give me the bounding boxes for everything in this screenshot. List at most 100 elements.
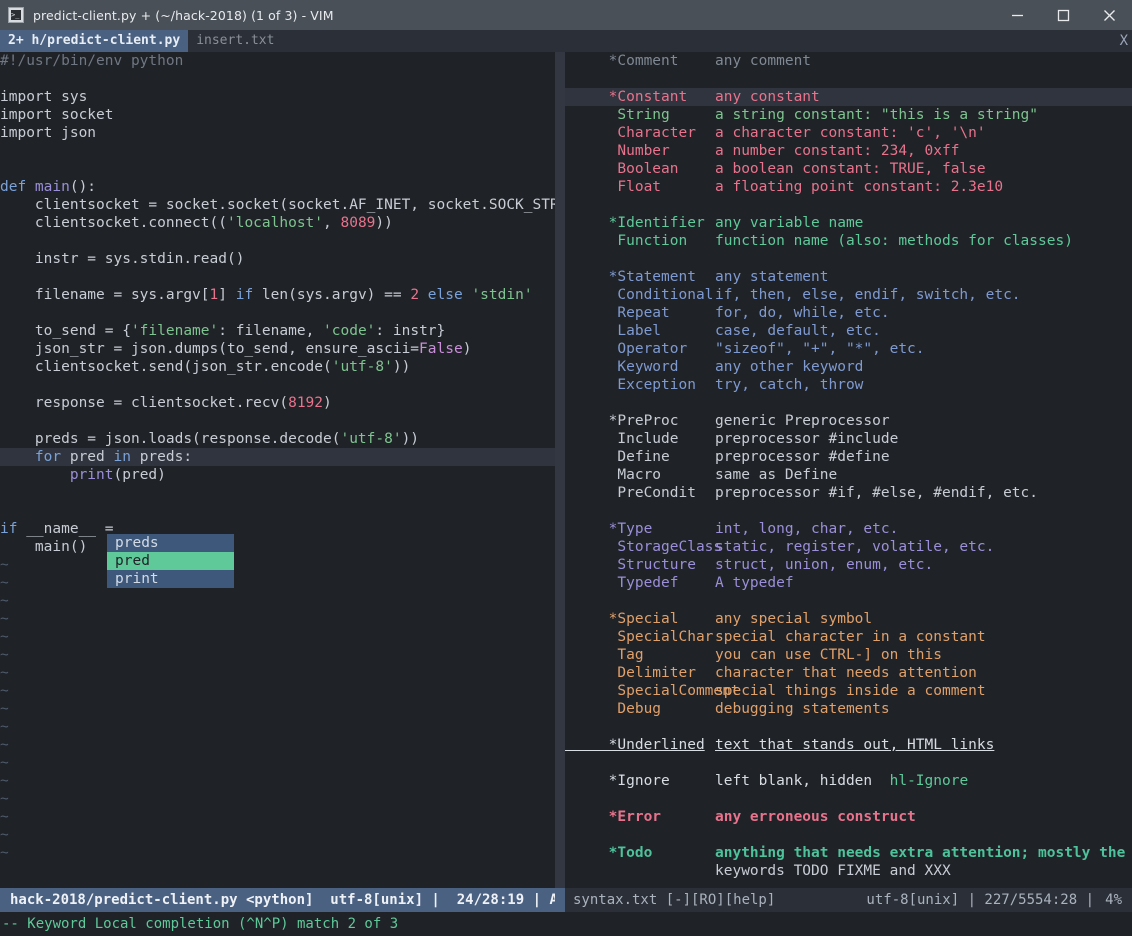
code-token: 'code' [323, 323, 376, 339]
code-token: main() [0, 539, 88, 555]
help-description: a character constant: 'c', '\n' [715, 125, 986, 141]
help-line: *PreProc generic Preprocessor [565, 412, 1132, 430]
empty-line-marker: ~ [0, 629, 9, 645]
help-description: if, then, else, endif, switch, etc. [715, 287, 1021, 303]
code-token: #!/usr/bin/env python [0, 53, 184, 69]
help-description: generic Preprocessor [715, 413, 890, 429]
code-token: ] [218, 287, 236, 303]
code-token: import json [0, 125, 97, 141]
terminal-icon [8, 7, 24, 23]
help-group-name: Character [565, 125, 696, 141]
maximize-button[interactable] [1040, 0, 1086, 30]
code-token: 8192 [288, 395, 324, 411]
completion-item[interactable]: print [107, 570, 234, 588]
help-line: *Error any erroneous construct [565, 808, 1132, 826]
help-description: case, default, etc. [715, 323, 881, 339]
help-group-name: Typedef [565, 575, 679, 591]
help-line [565, 70, 1132, 88]
code-token: 'utf-8' [331, 359, 393, 375]
help-group-name: Function [565, 233, 688, 249]
code-token: else [427, 287, 472, 303]
help-description: for, do, while, etc. [715, 305, 890, 321]
help-line: Debug debugging statements [565, 700, 1132, 718]
help-description: any special symbol [715, 611, 873, 627]
help-group-name: StorageClass [565, 539, 723, 555]
code-token: clientsocket.send(json_str.encode( [0, 359, 332, 375]
code-line: main() [0, 538, 555, 556]
code-line: instr = sys.stdin.read() [0, 250, 555, 268]
help-group-name: Debug [565, 701, 662, 717]
code-token: ) [462, 341, 472, 357]
help-group-name: SpecialComment [565, 683, 740, 699]
help-description: any variable name [715, 215, 864, 231]
code-pane-left[interactable]: #!/usr/bin/env python import sys import s… [0, 52, 555, 888]
help-tag-link[interactable]: hl-Ignore [890, 773, 969, 789]
tab-close-icon[interactable]: X [1120, 30, 1128, 52]
code-token: False [419, 341, 463, 357]
help-description: int, long, char, etc. [715, 521, 899, 537]
tab-predict-client-py[interactable]: 2+ h/predict-client.py [0, 30, 189, 52]
help-line: String a string constant: "this is a stri… [565, 106, 1132, 124]
help-group-name: Float [565, 179, 662, 195]
code-token: preds = json.loads(response.decode( [0, 431, 341, 447]
help-description: "sizeof", "+", "*", etc. [715, 341, 925, 357]
completion-item[interactable]: pred [107, 552, 234, 570]
help-group-name: SpecialChar [565, 629, 714, 645]
help-group-name: Delimiter [565, 665, 696, 681]
empty-line-marker: ~ [0, 827, 9, 843]
tab-insert-txt[interactable]: insert.txt [188, 30, 282, 52]
help-line: Repeat for, do, while, etc. [565, 304, 1132, 322]
code-line: import sys [0, 88, 555, 106]
help-line: *Underlined text that stands out, HTML li… [565, 736, 1132, 754]
help-group-name: *Constant [565, 89, 688, 105]
help-line: Delimiter character that needs attention [565, 664, 1132, 682]
help-line: Number a number constant: 234, 0xff [565, 142, 1132, 160]
empty-line-marker: ~ [0, 575, 9, 591]
help-description: try, catch, throw [715, 377, 864, 393]
help-description: preprocessor #include [715, 431, 899, 447]
help-group-name: *Comment [565, 53, 679, 69]
help-group-name: String [565, 107, 670, 123]
help-line: Tag you can use CTRL-] on this [565, 646, 1132, 664]
help-description: any constant [715, 89, 820, 105]
help-pane-syntax-txt[interactable]: *Comment any comment *Constant any constan… [565, 52, 1132, 888]
completion-popup-menu[interactable]: preds pred print [107, 534, 234, 588]
code-token: in [113, 449, 140, 465]
code-token: filename = sys.argv[ [0, 287, 210, 303]
code-token: to_send = { [0, 323, 131, 339]
code-token: 'localhost' [226, 215, 324, 231]
help-line: *Todo anything that needs extra attention… [565, 844, 1132, 862]
code-line: import socket [0, 106, 555, 124]
help-line: keywords TODO FIXME and XXX [565, 862, 1132, 880]
status-right-filename: syntax.txt [-][RO][help] [573, 892, 776, 908]
help-line [565, 790, 1132, 808]
help-line: Keyword any other keyword [565, 358, 1132, 376]
close-button[interactable] [1086, 0, 1132, 30]
code-line: clientsocket.send(json_str.encode('utf-8… [0, 358, 555, 376]
completion-item[interactable]: preds [107, 534, 234, 552]
code-line: #!/usr/bin/env python [0, 52, 555, 70]
help-group-name: *Underlined [565, 737, 705, 753]
code-token: clientsocket.connect(( [0, 215, 227, 231]
help-description: struct, union, enum, etc. [715, 557, 934, 573]
code-token: def [0, 179, 35, 195]
code-token: , [323, 215, 341, 231]
help-line [565, 754, 1132, 772]
help-description: anything that needs extra attention; mos… [715, 845, 1126, 861]
code-token: : filename, [218, 323, 324, 339]
code-line: print(pred) [0, 466, 555, 484]
empty-line-marker: ~ [0, 665, 9, 681]
help-group-name: Keyword [565, 359, 679, 375]
help-group-name: *Ignore [565, 773, 670, 789]
help-group-name: Include [565, 431, 679, 447]
code-line: clientsocket.connect(('localhost', 8089)… [0, 214, 555, 232]
code-token: 1 [209, 287, 219, 303]
code-token: main [34, 179, 70, 195]
help-line [565, 250, 1132, 268]
minimize-button[interactable] [994, 0, 1040, 30]
code-token: if [0, 521, 27, 537]
help-line: Include preprocessor #include [565, 430, 1132, 448]
